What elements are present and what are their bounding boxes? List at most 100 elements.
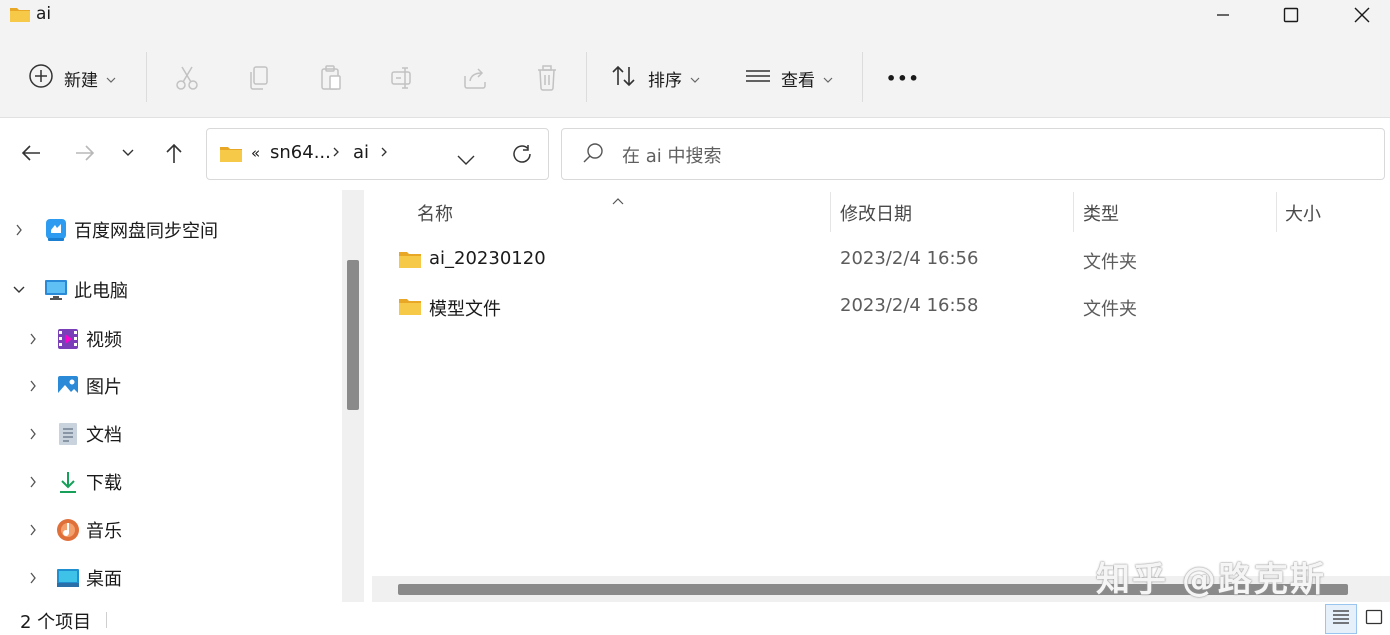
column-header-type[interactable]: 类型 [1083,200,1119,226]
window-title: ai [36,4,52,24]
title-bar: ai [0,0,1390,30]
chevron-right-icon[interactable] [24,524,42,536]
up-button[interactable] [159,138,189,168]
nav-item-label: 视频 [86,330,122,351]
file-date: 2023/2/4 16:58 [840,295,979,316]
nav-item-label: 音乐 [86,521,122,542]
chevron-right-icon[interactable] [10,224,28,236]
plus-circle-icon [28,63,54,94]
copy-icon[interactable] [244,63,274,93]
chevron-right-icon[interactable] [24,333,42,345]
view-lines-icon [745,66,771,91]
folder-icon [398,250,422,273]
sort-arrows-icon [610,64,638,93]
address-row: « sn64... ai 在 ai 中搜索 [0,118,1390,190]
address-bar[interactable]: « sn64... ai [206,128,549,180]
new-button[interactable]: 新建 [28,58,116,98]
toolbar-divider [146,52,147,102]
nav-item-downloads[interactable]: 下载 [24,464,122,500]
pictures-icon [56,374,80,398]
breadcrumb-separator-icon [380,142,388,163]
share-icon[interactable] [460,63,490,93]
column-divider[interactable] [830,192,831,232]
downloads-icon [56,470,80,494]
maximize-button[interactable] [1256,0,1326,30]
file-row[interactable]: ai_20230120 2023/2/4 16:56 文件夹 [372,239,1390,283]
documents-icon [56,422,80,446]
new-label: 新建 [64,70,98,91]
folder-icon [398,297,422,320]
videos-icon [56,327,80,351]
command-bar: 新建 排序 查看 ••• [0,30,1390,118]
folder-icon [219,144,243,167]
address-history-dropdown[interactable] [457,149,475,170]
details-view-icon [1332,609,1350,629]
file-name: ai_20230120 [429,248,546,269]
view-label: 查看 [781,70,815,91]
paste-icon[interactable] [316,63,346,93]
nav-item-this-pc[interactable]: 此电脑 [10,272,128,308]
column-header-size[interactable]: 大小 [1285,200,1321,226]
chevron-down-icon [823,68,833,88]
file-type: 文件夹 [1083,252,1137,273]
search-icon [582,142,604,168]
status-divider [106,612,107,628]
delete-icon[interactable] [532,63,562,93]
chevron-right-icon[interactable] [24,476,42,488]
nav-item-label: 文档 [86,425,122,446]
nav-item-music[interactable]: 音乐 [24,512,122,548]
sort-label: 排序 [648,70,682,91]
nav-item-pictures[interactable]: 图片 [24,368,122,404]
column-header-date[interactable]: 修改日期 [840,200,912,226]
breadcrumb-separator-icon [332,142,340,163]
search-box[interactable]: 在 ai 中搜索 [561,128,1385,180]
desktop-icon [56,566,80,590]
breadcrumb-item[interactable]: sn64... [270,142,331,163]
view-button[interactable]: 查看 [745,58,833,98]
computer-icon [44,278,68,302]
status-bar: 2 个项目 [0,602,1390,635]
column-divider[interactable] [1073,192,1074,232]
sort-button[interactable]: 排序 [610,58,700,98]
breadcrumb-item[interactable]: ai [353,142,369,163]
nav-item-documents[interactable]: 文档 [24,416,122,452]
nav-item-baidu-netdisk[interactable]: 百度网盘同步空间 [10,212,218,248]
refresh-icon[interactable] [511,143,533,170]
nav-item-label: 图片 [86,377,122,398]
more-icon: ••• [886,68,920,88]
file-type: 文件夹 [1083,299,1137,320]
column-divider[interactable] [1276,192,1277,232]
nav-item-label: 百度网盘同步空间 [74,221,218,242]
nav-item-label: 此电脑 [74,281,128,302]
chevron-right-icon[interactable] [24,380,42,392]
cut-icon[interactable] [172,63,202,93]
nav-item-desktop[interactable]: 桌面 [24,560,122,596]
forward-button[interactable] [70,138,100,168]
file-date: 2023/2/4 16:56 [840,248,979,269]
file-list: 名称 修改日期 类型 大小 ai_20230120 2023/2/4 16:56… [372,190,1390,602]
back-button[interactable] [16,138,46,168]
sort-ascending-icon [612,190,624,209]
navigation-pane: 百度网盘同步空间 此电脑 视频 图片 文档 下载 音乐 桌面 [0,190,370,602]
nav-item-videos[interactable]: 视频 [24,321,122,357]
more-options-button[interactable]: ••• [886,58,920,98]
rename-icon[interactable] [388,63,418,93]
close-button[interactable] [1327,0,1390,30]
baidu-netdisk-icon [44,218,68,242]
chevron-down-icon[interactable] [10,286,28,294]
nav-item-label: 下载 [86,473,122,494]
column-header-name[interactable]: 名称 [417,200,453,226]
nav-scrollbar-thumb[interactable] [347,260,359,410]
file-row[interactable]: 模型文件 2023/2/4 16:58 文件夹 [372,286,1390,330]
chevron-right-icon[interactable] [24,572,42,584]
folder-icon [9,5,31,27]
recent-locations-button[interactable] [113,138,143,168]
breadcrumb-overflow[interactable]: « [251,144,260,162]
chevron-right-icon[interactable] [24,428,42,440]
details-view-button[interactable] [1325,604,1357,634]
music-icon [56,518,80,542]
item-count: 2 个项目 [20,612,92,633]
search-placeholder: 在 ai 中搜索 [622,146,722,167]
minimize-button[interactable] [1188,0,1258,30]
large-icons-view-button[interactable] [1358,604,1390,634]
